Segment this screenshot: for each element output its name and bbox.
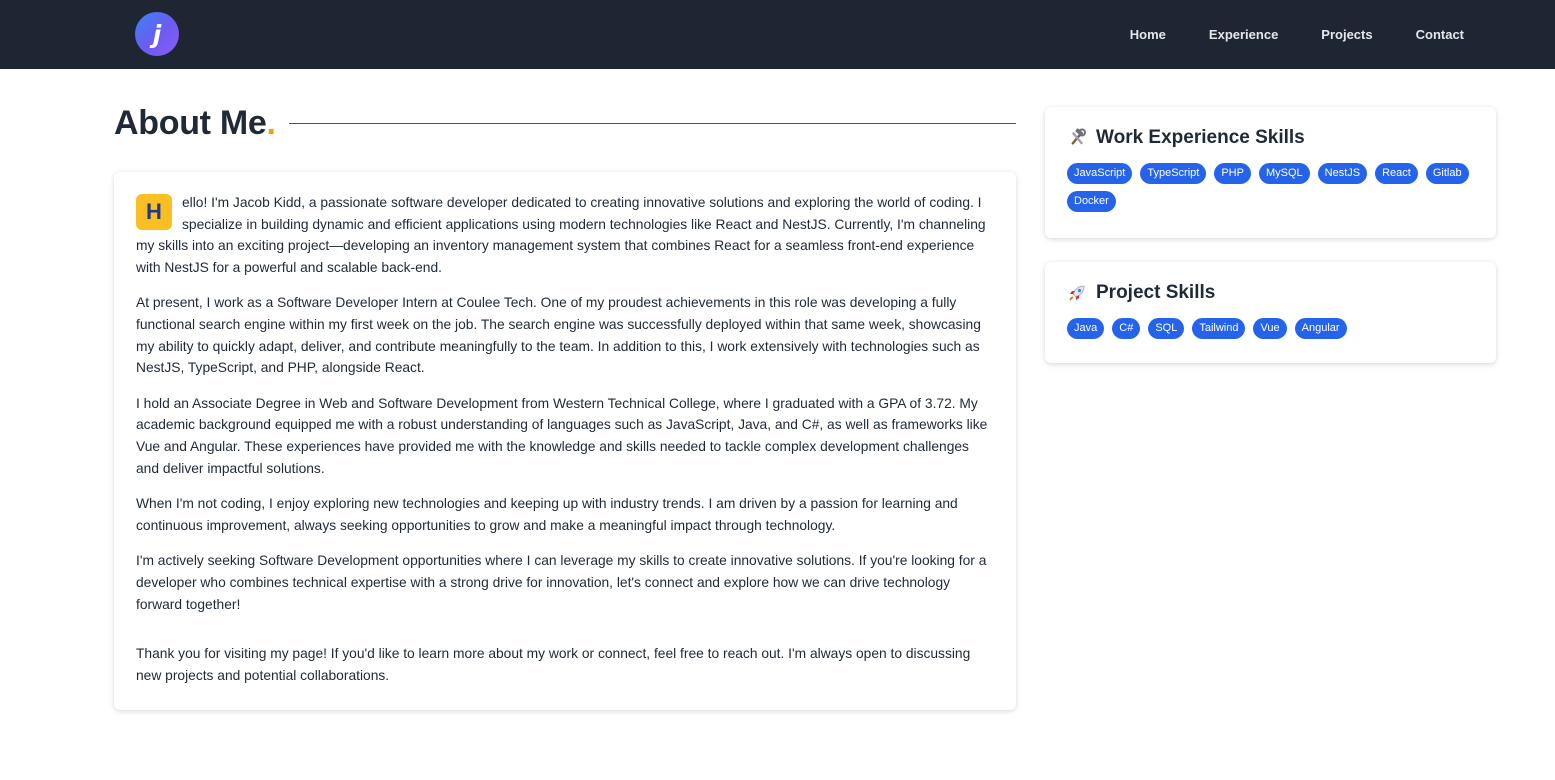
page-title-text: About Me — [114, 104, 267, 142]
project-skills-badges: Java C# SQL Tailwind Vue Angular — [1067, 318, 1474, 339]
work-skills-card: Work Experience Skills JavaScript TypeSc… — [1045, 107, 1496, 238]
logo[interactable]: j — [135, 12, 179, 56]
skill-badge-vue: Vue — [1253, 318, 1287, 339]
wrench-hammer-icon — [1067, 128, 1087, 148]
about-paragraph-intro: Hello! I'm Jacob Kidd, a passionate soft… — [136, 192, 994, 278]
rocket-icon — [1067, 283, 1087, 303]
page-title: About Me. — [114, 104, 276, 143]
skill-badge-mysql: MySQL — [1258, 163, 1310, 184]
skill-badge-typescript: TypeScript — [1140, 163, 1207, 184]
about-paragraph-work: At present, I work as a Software Develop… — [136, 295, 981, 376]
nav-link-experience[interactable]: Experience — [1209, 27, 1278, 42]
about-paragraph-thanks: Thank you for visiting my page! If you'd… — [136, 646, 971, 683]
about-paragraph-seeking: I'm actively seeking Software Developmen… — [136, 553, 987, 612]
project-skills-card: Project Skills Java C# SQL Tailwind Vue … — [1045, 262, 1496, 363]
about-card: Hello! I'm Jacob Kidd, a passionate soft… — [114, 172, 1016, 710]
skill-badge-tailwind: Tailwind — [1192, 318, 1246, 339]
skill-badge-javascript: JavaScript — [1067, 163, 1133, 184]
page-title-dot: . — [266, 104, 276, 142]
skill-badge-react: React — [1375, 163, 1418, 184]
skill-badge-java: Java — [1067, 318, 1105, 339]
logo-letter: j — [152, 20, 162, 49]
nav-link-projects[interactable]: Projects — [1321, 27, 1372, 42]
work-skills-heading: Work Experience Skills — [1067, 127, 1474, 149]
navbar: j Home Experience Projects Contact — [0, 0, 1555, 69]
skill-badge-php: PHP — [1214, 163, 1251, 184]
project-skills-title: Project Skills — [1096, 282, 1216, 303]
about-paragraph-intro-text: ello! I'm Jacob Kidd, a passionate softw… — [136, 195, 986, 275]
skill-badge-gitlab: Gitlab — [1425, 163, 1469, 184]
skill-badge-angular: Angular — [1294, 318, 1347, 339]
about-paragraph-education: I hold an Associate Degree in Web and So… — [136, 395, 988, 476]
heading-divider — [289, 123, 1016, 124]
work-skills-badges: JavaScript TypeScript PHP MySQL NestJS R… — [1067, 163, 1474, 212]
skill-badge-sql: SQL — [1148, 318, 1185, 339]
skill-badge-docker: Docker — [1067, 191, 1116, 212]
nav-link-home[interactable]: Home — [1130, 27, 1166, 42]
nav-link-contact[interactable]: Contact — [1416, 27, 1464, 42]
skill-badge-csharp: C# — [1112, 318, 1141, 339]
nav-links: Home Experience Projects Contact — [1130, 0, 1464, 69]
skill-badge-nestjs: NestJS — [1317, 163, 1368, 184]
about-paragraph-interests: When I'm not coding, I enjoy exploring n… — [136, 496, 958, 533]
dropcap-letter: H — [136, 194, 172, 230]
project-skills-heading: Project Skills — [1067, 282, 1474, 304]
work-skills-title: Work Experience Skills — [1096, 127, 1305, 148]
